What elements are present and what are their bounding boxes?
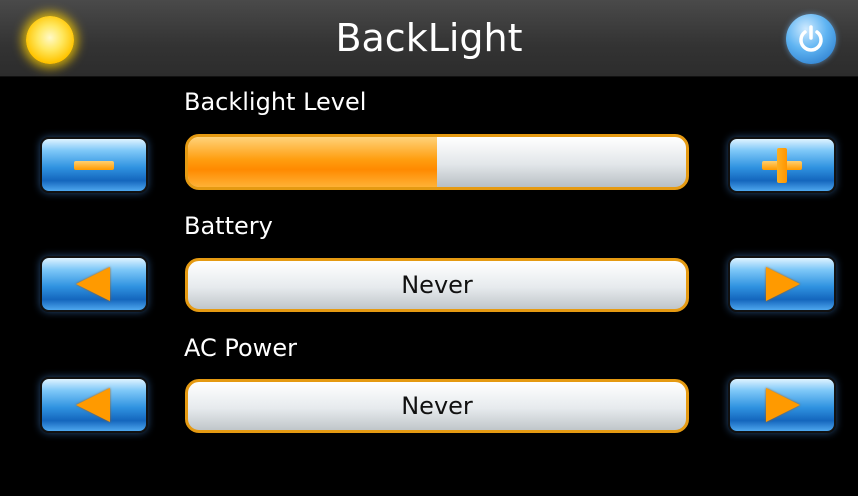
ac-power-timeout-select[interactable]: Never — [185, 379, 689, 433]
backlight-increase-button[interactable] — [728, 137, 836, 193]
battery-prev-button[interactable] — [40, 256, 148, 312]
battery-next-button[interactable] — [728, 256, 836, 312]
backlight-level-slider[interactable] — [185, 134, 689, 190]
backlight-level-label: Backlight Level — [184, 88, 367, 116]
ac-power-next-button[interactable] — [728, 377, 836, 433]
left-arrow-icon — [42, 379, 146, 431]
page-title: BackLight — [335, 16, 523, 60]
power-button[interactable] — [786, 14, 836, 64]
left-arrow-icon — [42, 258, 146, 310]
backlight-decrease-button[interactable] — [40, 137, 148, 193]
plus-icon — [730, 139, 834, 191]
power-icon — [799, 25, 823, 52]
right-arrow-icon — [730, 258, 834, 310]
right-arrow-icon — [730, 379, 834, 431]
backlight-level-fill — [188, 137, 437, 187]
minus-icon — [42, 139, 146, 191]
header-bar: BackLight — [0, 0, 858, 77]
ac-power-label: AC Power — [184, 334, 297, 362]
ac-power-prev-button[interactable] — [40, 377, 148, 433]
battery-label: Battery — [184, 212, 273, 240]
battery-timeout-select[interactable]: Never — [185, 258, 689, 312]
